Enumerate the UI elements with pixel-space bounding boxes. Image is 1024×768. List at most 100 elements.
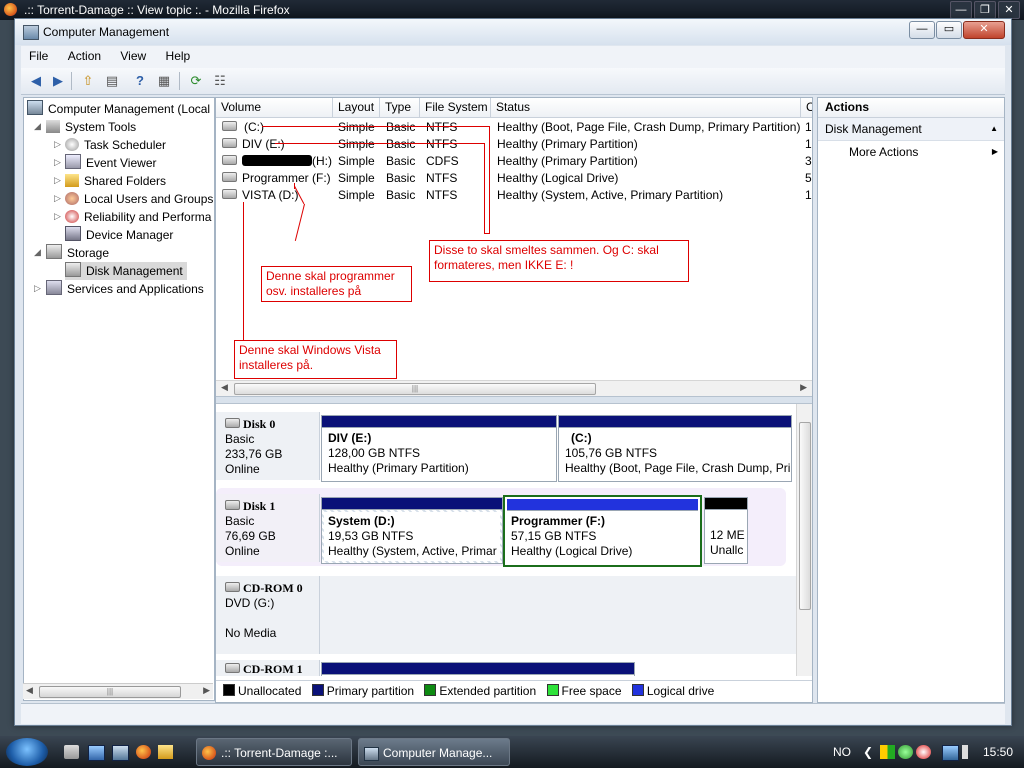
window-title-bar[interactable]: Computer Management — ▭ ✕ — [15, 19, 1011, 45]
annotation-merge-note: Disse to skal smeltes sammen. Og C: skal… — [429, 240, 689, 282]
tray-security-icon[interactable] — [916, 745, 931, 759]
scroll-left-icon[interactable]: ◀ — [26, 685, 33, 696]
scroll-thumb[interactable]: ||| — [234, 383, 596, 395]
tree-item-event-viewer[interactable]: Event Viewer — [65, 154, 156, 172]
forward-arrow-icon[interactable]: ▶ — [49, 72, 67, 89]
up-folder-icon[interactable]: ⇧ — [79, 72, 97, 89]
tree-item-storage[interactable]: Storage — [46, 244, 109, 262]
quick-launch-firefox-icon[interactable] — [136, 745, 151, 759]
quick-launch-folder-icon[interactable] — [158, 745, 173, 759]
tree-item-local-users-and-groups[interactable]: Local Users and Groups — [65, 190, 213, 208]
tree-item-reliability-and-performance[interactable]: Reliability and Performa — [65, 208, 211, 226]
cdrom-1-partition[interactable] — [321, 662, 635, 676]
disk-1-label[interactable]: Disk 1 Basic 76,69 GB Online — [216, 494, 320, 562]
more-actions-item[interactable]: More Actions ▶ — [818, 141, 1004, 163]
actions-section-disk-management[interactable]: Disk Management ▲ — [818, 118, 1004, 141]
help-icon[interactable]: ? — [131, 72, 149, 89]
expand-icon[interactable]: ▷ — [54, 175, 61, 186]
firefox-maximize-button[interactable]: ❐ — [974, 1, 996, 19]
computer-management-icon — [23, 25, 39, 40]
column-header-type[interactable]: Type — [380, 98, 420, 117]
tree-item-task-scheduler[interactable]: Task Scheduler — [65, 136, 166, 154]
tree-item-computer-management[interactable]: Computer Management (Local — [27, 100, 210, 118]
properties-icon[interactable]: ☷ — [211, 72, 229, 89]
partition-status: Healthy (System, Active, Primar — [328, 544, 497, 558]
show-hide-tree-icon[interactable]: ▤ — [103, 72, 121, 89]
volume-type: Basic — [386, 120, 416, 134]
collapse-arrow-icon[interactable]: ▲ — [990, 118, 998, 140]
scroll-right-icon[interactable]: ▶ — [800, 382, 807, 393]
scroll-right-icon[interactable]: ▶ — [203, 685, 210, 696]
expand-icon[interactable]: ▷ — [54, 157, 61, 168]
scroll-left-icon[interactable]: ◀ — [221, 382, 228, 393]
column-header-status[interactable]: Status — [491, 98, 801, 117]
volume-row[interactable]: VISTA (D:) Simple Basic NTFS Healthy (Sy… — [216, 187, 812, 204]
tree-item-device-manager[interactable]: Device Manager — [65, 226, 173, 244]
partition-unallocated[interactable]: 12 ME Unallc — [704, 497, 748, 564]
column-header-volume[interactable]: Volume — [216, 98, 333, 117]
taskbar-item-computer-management[interactable]: Computer Manage... — [358, 738, 510, 766]
disk-0-label[interactable]: Disk 0 Basic 233,76 GB Online — [216, 412, 320, 480]
firefox-close-button[interactable]: ✕ — [998, 1, 1020, 19]
column-header-capacity[interactable]: C — [801, 98, 812, 117]
volume-row[interactable]: DIV (E:) Simple Basic NTFS Healthy (Prim… — [216, 136, 812, 153]
tree-item-disk-management[interactable]: Disk Management — [65, 262, 187, 280]
quick-launch-drive-icon[interactable] — [64, 745, 79, 759]
language-indicator[interactable]: NO — [833, 736, 851, 768]
volume-list-horizontal-scrollbar[interactable]: ◀ ||| ▶ — [216, 380, 812, 396]
cdrom-1-label[interactable]: CD-ROM 1 — [216, 660, 320, 676]
tree-label: Services and Applications — [67, 282, 204, 296]
quick-launch-desktop-icon[interactable] — [88, 745, 105, 761]
maximize-button[interactable]: ▭ — [936, 21, 962, 39]
show-hidden-icons-icon[interactable]: ❮ — [863, 736, 873, 768]
clock[interactable]: 15:50 — [983, 736, 1013, 768]
tree-item-services-and-applications[interactable]: Services and Applications — [46, 280, 204, 298]
column-header-layout[interactable]: Layout — [333, 98, 380, 117]
expand-icon[interactable]: ▷ — [54, 211, 61, 222]
menu-help[interactable]: Help — [158, 46, 199, 63]
refresh-icon[interactable]: ⟳ — [187, 72, 205, 89]
expand-icon[interactable]: ▷ — [54, 193, 61, 204]
volume-row[interactable]: (H:) Simple Basic CDFS Healthy (Primary … — [216, 153, 812, 170]
partition-c[interactable]: (C:) 105,76 GB NTFS Healthy (Boot, Page Fi… — [558, 415, 792, 482]
quick-launch-computer-icon[interactable] — [112, 745, 129, 761]
partition-status: Healthy (Boot, Page File, Crash Dump, Pr… — [565, 461, 791, 475]
expand-icon[interactable]: ▷ — [34, 283, 41, 294]
partition-bar — [559, 416, 791, 428]
scroll-thumb[interactable]: ||| — [39, 686, 181, 698]
partition-system-d[interactable]: System (D:) 19,53 GB NTFS Healthy (System,… — [321, 497, 503, 564]
tree-item-shared-folders[interactable]: Shared Folders — [65, 172, 166, 190]
menu-view[interactable]: View — [112, 46, 154, 63]
tree-item-system-tools[interactable]: System Tools — [46, 118, 136, 136]
close-button[interactable]: ✕ — [963, 21, 1005, 39]
disk-view-vertical-scrollbar[interactable] — [796, 404, 812, 676]
column-header-file-system[interactable]: File System — [420, 98, 491, 117]
minimize-button[interactable]: — — [909, 21, 935, 39]
volume-row[interactable]: (C:) Simple Basic NTFS Healthy (Boot, Pa… — [216, 119, 812, 136]
taskbar-item-firefox[interactable]: .:: Torrent-Damage :... — [196, 738, 352, 766]
show-hide-action-pane-icon[interactable]: ▦ — [155, 72, 173, 89]
tree-label: Local Users and Groups — [84, 192, 214, 206]
tray-app-icon[interactable] — [880, 745, 895, 759]
menu-action[interactable]: Action — [60, 46, 109, 63]
expand-icon[interactable]: ▷ — [54, 139, 61, 150]
collapse-icon[interactable]: ◢ — [34, 121, 41, 132]
legend-label: Unallocated — [238, 684, 302, 698]
scroll-thumb[interactable] — [799, 422, 811, 610]
firefox-icon — [4, 3, 17, 16]
tray-volume-icon[interactable] — [962, 745, 977, 759]
tray-network-icon[interactable] — [942, 745, 959, 761]
cdrom-0-label[interactable]: CD-ROM 0 DVD (G:) No Media — [216, 576, 320, 654]
collapse-icon[interactable]: ◢ — [34, 247, 41, 258]
partition-programmer-f[interactable]: Programmer (F:) 57,15 GB NTFS Healthy (Log… — [503, 495, 702, 567]
tray-network-users-icon[interactable] — [898, 745, 913, 759]
volume-row[interactable]: Programmer (F:) Simple Basic NTFS Health… — [216, 170, 812, 187]
back-arrow-icon[interactable]: ◀ — [27, 72, 45, 89]
tree-horizontal-scrollbar[interactable]: ◀ ||| ▶ — [23, 683, 213, 699]
partition-div-e[interactable]: DIV (E:) 128,00 GB NTFS Healthy (Primary P… — [321, 415, 557, 482]
firefox-minimize-button[interactable]: — — [950, 1, 972, 19]
menu-file[interactable]: File — [21, 46, 56, 63]
disk-size: 76,69 GB — [225, 529, 276, 543]
pane-splitter[interactable] — [216, 396, 812, 404]
start-button[interactable] — [6, 738, 48, 766]
